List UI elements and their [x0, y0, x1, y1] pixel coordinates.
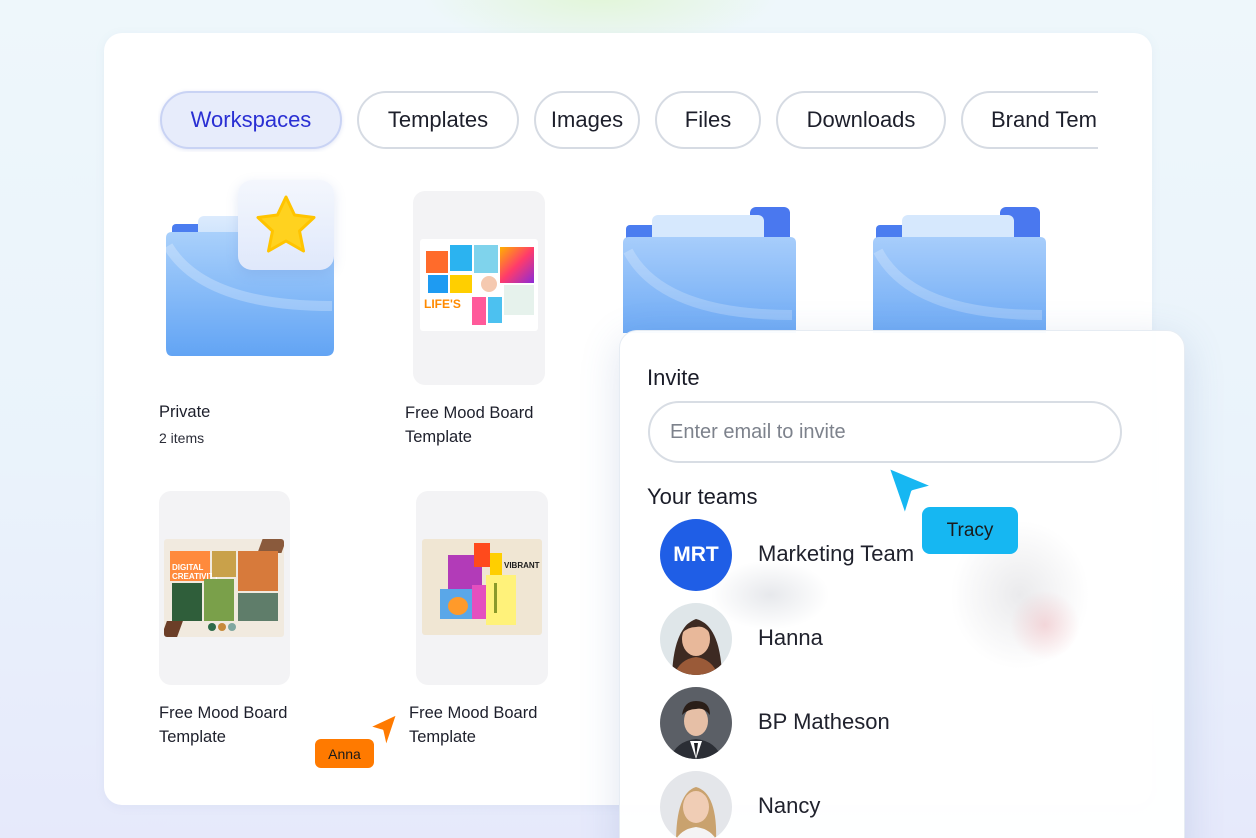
mood-board-image: VIBRANT — [422, 539, 542, 635]
tab-bar: Workspaces Templates Images Files Downlo… — [158, 88, 1098, 152]
private-folder[interactable] — [163, 180, 336, 358]
member-row-nancy[interactable]: Nancy — [660, 771, 1120, 838]
woman-avatar-icon — [660, 771, 732, 838]
template-title: Free Mood Board Template — [159, 704, 288, 746]
teams-title: Your teams — [647, 484, 758, 509]
folder-icon — [873, 207, 1046, 333]
tab-templates[interactable]: Templates — [357, 91, 519, 149]
man-avatar-icon — [660, 687, 732, 759]
tab-brand-templates[interactable]: Brand Temp — [961, 91, 1098, 149]
folder-icon — [623, 207, 796, 333]
mood-board-heading: VIBRANT — [504, 561, 540, 570]
shared-folder[interactable] — [872, 205, 1048, 333]
invite-title: Invite — [647, 365, 700, 390]
background-blur — [1010, 590, 1080, 660]
collaborator-tag-anna: Anna — [315, 739, 374, 768]
tab-images[interactable]: Images — [534, 91, 640, 149]
collaborator-tag-tracy: Tracy — [922, 507, 1018, 554]
template-thumbnail[interactable]: VIBRANT — [416, 491, 548, 685]
template-title: Free Mood Board Template — [405, 404, 534, 446]
star-badge — [238, 180, 334, 270]
shared-folder[interactable] — [622, 205, 798, 333]
background-blur — [710, 560, 830, 630]
member-name: Nancy — [758, 793, 821, 818]
invite-panel: Invite Your teams MRT Marketing Team Han… — [619, 330, 1185, 838]
template-thumbnail[interactable]: DIGITAL CREATIVITY — [159, 491, 290, 685]
member-row-bp-matheson[interactable]: BP Matheson — [660, 687, 1120, 759]
member-name: BP Matheson — [758, 709, 890, 734]
mood-board-image: LIFE'S — [420, 239, 538, 331]
template-thumbnail[interactable]: LIFE'S — [413, 191, 545, 385]
mood-board-image: DIGITAL CREATIVITY — [164, 539, 284, 637]
private-folder-count: 2 items — [159, 430, 205, 446]
tab-files[interactable]: Files — [655, 91, 761, 149]
private-folder-title: Private — [159, 403, 211, 421]
template-title: Free Mood Board Template — [409, 704, 538, 746]
star-icon — [256, 195, 316, 253]
mood-board-heading: LIFE'S — [424, 297, 461, 311]
avatar — [660, 687, 732, 759]
tab-downloads[interactable]: Downloads — [776, 91, 946, 149]
mood-board-heading: DIGITAL CREATIVITY — [172, 563, 219, 581]
invite-email-input[interactable] — [648, 401, 1122, 463]
avatar — [660, 771, 732, 838]
tab-workspaces[interactable]: Workspaces — [160, 91, 342, 149]
